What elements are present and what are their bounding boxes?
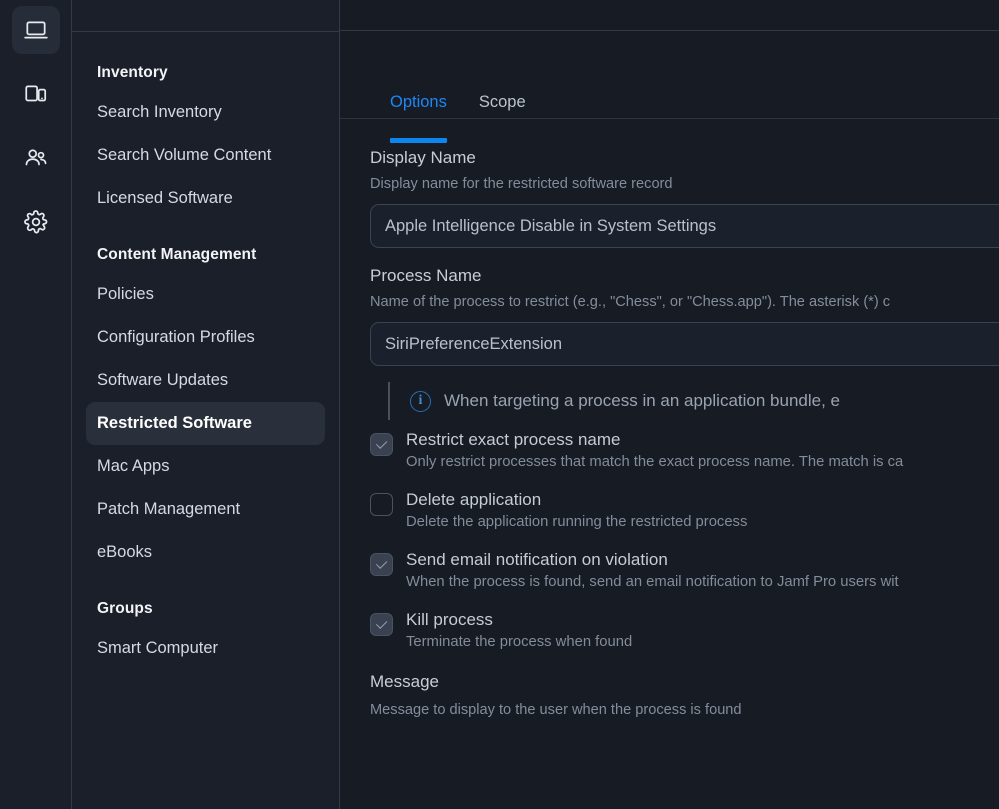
sidebar-item-licensed-software[interactable]: Licensed Software <box>86 177 325 220</box>
checkbox-text-wrap: Restrict exact process name Only restric… <box>406 430 903 470</box>
sidebar-group-inventory: Inventory <box>97 64 168 81</box>
checkbox-title: Delete application <box>406 490 542 509</box>
rail-item-mobile-devices[interactable] <box>12 70 60 118</box>
sidebar-item-restricted-software[interactable]: Restricted Software <box>86 402 325 445</box>
checkbox-title: Kill process <box>406 610 493 629</box>
callout-text: When targeting a process in an applicati… <box>444 391 840 410</box>
sidebar-item-mac-apps[interactable]: Mac Apps <box>86 445 325 488</box>
checkbox-box[interactable] <box>370 433 393 456</box>
message-label: Message <box>370 672 439 691</box>
sidebar-item-smart-computer[interactable]: Smart Computer <box>86 627 325 670</box>
icon-rail <box>0 0 72 809</box>
checkbox-box[interactable] <box>370 613 393 636</box>
sidebar-divider <box>72 31 339 32</box>
main-panel: App Settings Options Scope Display Name … <box>340 0 999 809</box>
checkbox-delete-application[interactable]: Delete application Delete the applicatio… <box>370 490 999 530</box>
sidebar-item-patch-management[interactable]: Patch Management <box>86 488 325 531</box>
checkbox-kill-process[interactable]: Kill process Terminate the process when … <box>370 610 999 650</box>
display-name-field: Display Name Display name for the restri… <box>370 148 999 248</box>
mobile-devices-icon <box>23 81 49 107</box>
tab-options[interactable]: Options <box>390 93 447 143</box>
sidebar-item-configuration-profiles[interactable]: Configuration Profiles <box>86 316 325 359</box>
checkbox-box[interactable] <box>370 493 393 516</box>
process-name-info-callout: i When targeting a process in an applica… <box>388 382 999 420</box>
process-name-field: Process Name Name of the process to rest… <box>370 266 999 366</box>
tab-scope[interactable]: Scope <box>479 93 526 143</box>
checkbox-title: Send email notification on violation <box>406 550 668 569</box>
sidebar-item-software-updates[interactable]: Software Updates <box>86 359 325 402</box>
tab-bar: Options Scope <box>340 31 999 143</box>
users-icon <box>23 145 49 171</box>
process-name-input[interactable] <box>370 322 999 366</box>
settings-gear-icon <box>23 209 49 235</box>
checkbox-text-wrap: Delete application Delete the applicatio… <box>406 490 747 530</box>
sidebar-item-search-inventory[interactable]: Search Inventory <box>86 91 325 134</box>
tab-options-label: Options <box>390 93 447 111</box>
options-form: Display Name Display name for the restri… <box>340 119 999 718</box>
sidebar-item-search-volume-content[interactable]: Search Volume Content <box>86 134 325 177</box>
checkbox-help: When the process is found, send an email… <box>406 574 899 590</box>
message-help: Message to display to the user when the … <box>370 702 742 718</box>
checkbox-send-email-notification-on-violation[interactable]: Send email notification on violation Whe… <box>370 550 999 590</box>
display-name-input[interactable] <box>370 204 999 248</box>
checkbox-restrict-exact-process-name[interactable]: Restrict exact process name Only restric… <box>370 430 999 470</box>
checkbox-help: Only restrict processes that match the e… <box>406 454 904 470</box>
checkbox-title: Restrict exact process name <box>406 430 621 449</box>
process-name-help: Name of the process to restrict (e.g., "… <box>370 294 891 310</box>
process-name-label: Process Name <box>370 266 482 285</box>
display-name-help: Display name for the restricted software… <box>370 176 673 192</box>
tab-scope-label: Scope <box>478 93 526 111</box>
computers-icon <box>23 17 49 43</box>
checkbox-box[interactable] <box>370 553 393 576</box>
checkbox-help: Delete the application running the restr… <box>406 514 748 530</box>
sidebar-group-content-management: Content Management <box>97 246 257 263</box>
checkbox-text-wrap: Send email notification on violation Whe… <box>406 550 899 590</box>
rail-item-users[interactable] <box>12 134 60 182</box>
sidebar-item-policies[interactable]: Policies <box>86 273 325 316</box>
rail-item-settings[interactable] <box>12 198 60 246</box>
checkbox-help: Terminate the process when found <box>406 634 633 650</box>
app-window: Inventory Search Inventory Search Volume… <box>0 0 999 809</box>
info-circle-icon: i <box>410 390 431 412</box>
sidebar-item-ebooks[interactable]: eBooks <box>86 531 325 574</box>
rail-item-computers[interactable] <box>11 6 60 54</box>
page-header: App Settings <box>340 0 999 31</box>
sidebar-nav: Inventory Search Inventory Search Volume… <box>72 0 340 809</box>
checkbox-text-wrap: Kill process Terminate the process when … <box>406 610 632 650</box>
display-name-label: Display Name <box>370 148 476 167</box>
sidebar-group-groups: Groups <box>97 600 153 617</box>
